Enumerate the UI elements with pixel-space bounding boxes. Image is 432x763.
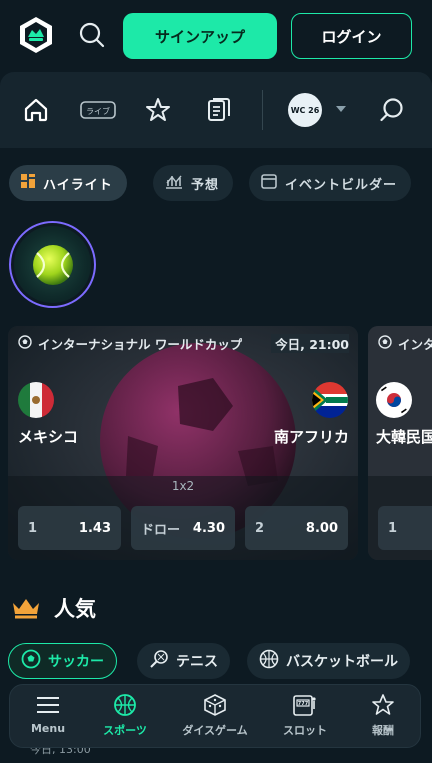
bottom-nav-rewards[interactable]: 報酬 bbox=[343, 691, 423, 738]
tennis-icon bbox=[149, 649, 169, 673]
sports-icon bbox=[111, 691, 139, 719]
odd-home-button[interactable]: 1 1.43 bbox=[18, 506, 121, 550]
reward-icon bbox=[369, 691, 397, 719]
match-card-next[interactable]: インタ 大韓民国 1 bbox=[368, 326, 432, 560]
basketball-icon bbox=[259, 649, 279, 673]
away-team: 南アフリカ bbox=[273, 428, 349, 446]
tab-event-builder[interactable]: イベントビルダー bbox=[249, 165, 412, 201]
chip-label: テニス bbox=[176, 654, 218, 670]
story-tennis[interactable] bbox=[9, 221, 96, 308]
menu-icon bbox=[34, 691, 62, 719]
world-cup-badge-icon[interactable]: WC 26 bbox=[288, 93, 322, 127]
odd-label: ドロー bbox=[141, 522, 181, 538]
chip-basketball[interactable]: バスケットボール bbox=[247, 643, 410, 679]
soccer-icon bbox=[378, 335, 392, 352]
chip-label: サッカー bbox=[48, 654, 104, 670]
highlight-icon bbox=[21, 174, 35, 192]
league-label: インタ bbox=[378, 334, 432, 353]
login-button[interactable]: ログイン bbox=[291, 13, 412, 59]
favorites-star-icon[interactable] bbox=[144, 96, 172, 124]
event-builder-icon bbox=[261, 173, 277, 193]
odd-label: 1 bbox=[388, 520, 398, 536]
prediction-icon bbox=[165, 173, 183, 193]
bottom-nav: Menu スポーツ ダイスゲーム 777 スロット 報酬 bbox=[9, 684, 421, 748]
bottom-nav-label: スロット bbox=[283, 724, 327, 737]
bottom-nav-label: 報酬 bbox=[372, 724, 394, 737]
svg-text:777: 777 bbox=[298, 701, 309, 707]
tennis-ball-icon bbox=[14, 226, 91, 303]
sports-nav-bar: ライブ WC 26 bbox=[0, 72, 432, 148]
odd-label: 1 bbox=[28, 520, 38, 536]
chip-tennis[interactable]: テニス bbox=[137, 643, 230, 679]
chevron-down-icon[interactable] bbox=[336, 106, 346, 112]
nav-divider bbox=[262, 90, 263, 130]
tab-label: イベントビルダー bbox=[285, 177, 398, 193]
odd-draw-button[interactable]: ドロー 4.30 bbox=[131, 506, 235, 550]
odd-home-button[interactable]: 1 bbox=[378, 506, 432, 550]
tab-label: ハイライト bbox=[43, 177, 113, 193]
market-label: 1x2 bbox=[171, 479, 195, 493]
korea-flag-icon bbox=[376, 382, 412, 418]
league-name: インターナショナル ワールドカップ bbox=[38, 337, 243, 352]
match-card[interactable]: インターナショナル ワールドカップ 今日, 21:00 メキシコ 南アフリカ 1… bbox=[8, 326, 358, 560]
bottom-nav-sports[interactable]: スポーツ bbox=[85, 691, 165, 738]
betslip-icon[interactable] bbox=[205, 96, 233, 124]
league-name: インタ bbox=[398, 337, 432, 352]
signup-button[interactable]: サインアップ bbox=[123, 13, 277, 59]
odd-value: 1.43 bbox=[78, 520, 111, 536]
soccer-icon bbox=[18, 335, 32, 352]
bottom-nav-label: Menu bbox=[30, 722, 66, 735]
odd-away-button[interactable]: 2 8.00 bbox=[245, 506, 348, 550]
bottom-nav-label: スポーツ bbox=[103, 724, 147, 737]
crown-icon bbox=[11, 597, 41, 619]
search-icon[interactable] bbox=[78, 21, 106, 49]
home-icon[interactable] bbox=[22, 96, 50, 124]
team-name: 大韓民国 bbox=[376, 428, 432, 446]
odd-value: 8.00 bbox=[305, 520, 338, 536]
tab-label: 予想 bbox=[191, 177, 220, 193]
chip-soccer[interactable]: サッカー bbox=[8, 643, 117, 679]
match-time: 今日, 21:00 bbox=[271, 334, 349, 353]
popular-title: 人気 bbox=[54, 597, 96, 621]
bottom-nav-menu[interactable]: Menu bbox=[8, 691, 88, 735]
top-bar: サインアップ ログイン bbox=[0, 0, 432, 72]
odd-value: 4.30 bbox=[192, 520, 225, 536]
bottom-nav-dice[interactable]: ダイスゲーム bbox=[175, 691, 255, 738]
tab-highlights[interactable]: ハイライト bbox=[9, 165, 127, 201]
mexico-flag-icon bbox=[18, 382, 54, 418]
soccer-icon bbox=[21, 649, 41, 673]
dice-icon bbox=[201, 691, 229, 719]
logo-icon[interactable] bbox=[17, 16, 55, 54]
odd-label: 2 bbox=[255, 520, 265, 536]
bottom-nav-slots[interactable]: 777 スロット bbox=[265, 691, 345, 738]
tab-predictions[interactable]: 予想 bbox=[153, 165, 234, 201]
live-icon[interactable]: ライブ bbox=[80, 96, 116, 124]
south-africa-flag-icon bbox=[312, 382, 348, 418]
slot-icon: 777 bbox=[291, 691, 319, 719]
live-label: ライブ bbox=[86, 106, 110, 116]
league-label: インターナショナル ワールドカップ bbox=[18, 334, 242, 353]
chip-label: バスケットボール bbox=[286, 654, 398, 670]
main-content: ハイライト 予想 イベントビルダー インターナショナル ワールドカップ 今日, … bbox=[0, 148, 432, 763]
home-team: メキシコ bbox=[18, 428, 79, 446]
search-icon-secondary[interactable] bbox=[378, 96, 406, 124]
bottom-nav-label: ダイスゲーム bbox=[182, 724, 248, 737]
